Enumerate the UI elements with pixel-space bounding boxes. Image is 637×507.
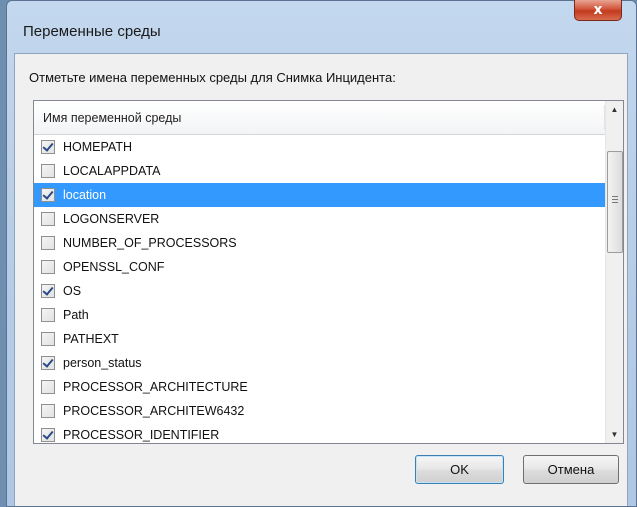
list-item-label: PROCESSOR_IDENTIFIER: [63, 428, 220, 442]
checkbox[interactable]: [41, 260, 55, 274]
list-item[interactable]: location: [34, 183, 605, 207]
list-item-label: OS: [63, 284, 82, 298]
list-item[interactable]: person_status: [34, 351, 605, 375]
cancel-button[interactable]: Отмена: [523, 455, 619, 484]
env-variable-list[interactable]: Имя переменной среды HOMEPATH LOCALAPPDAT…: [33, 100, 624, 444]
dialog-client-area: Отметьте имена переменных среды для Сним…: [14, 53, 628, 506]
checkbox[interactable]: [41, 188, 55, 202]
scroll-down-arrow-icon[interactable]: ▼: [606, 426, 623, 443]
checkbox[interactable]: [41, 356, 55, 370]
list-item-label: PROCESSOR_ARCHITEW6432: [63, 404, 245, 418]
checkbox[interactable]: [41, 332, 55, 346]
checkbox[interactable]: [41, 404, 55, 418]
dialog-title: Переменные среды: [23, 23, 161, 40]
checkbox[interactable]: [41, 284, 55, 298]
column-header-label: Имя переменной среды: [43, 111, 182, 125]
column-header[interactable]: Имя переменной среды: [34, 101, 605, 135]
checkbox[interactable]: [41, 212, 55, 226]
list-item-label: person_status: [63, 356, 142, 370]
close-button[interactable]: x: [574, 0, 622, 21]
list-item[interactable]: LOCALAPPDATA: [34, 159, 605, 183]
checkbox[interactable]: [41, 380, 55, 394]
list-item-label: Path: [63, 308, 89, 322]
list-item[interactable]: LOGONSERVER: [34, 207, 605, 231]
list-item-label: OPENSSL_CONF: [63, 260, 165, 274]
grip-icon: [612, 196, 618, 204]
list-rows: HOMEPATH LOCALAPPDATA location LOGONSERVER N…: [34, 135, 605, 443]
vertical-scrollbar[interactable]: ▲ ▼: [605, 101, 623, 443]
list-item[interactable]: PATHEXT: [34, 327, 605, 351]
dialog-window: Переменные среды x Отметьте имена переме…: [6, 0, 637, 507]
scroll-up-arrow-icon[interactable]: ▲: [606, 101, 623, 118]
list-item[interactable]: NUMBER_OF_PROCESSORS: [34, 231, 605, 255]
list-item[interactable]: OS: [34, 279, 605, 303]
list-item-label: location: [63, 188, 107, 202]
checkbox[interactable]: [41, 236, 55, 250]
scrollbar-thumb[interactable]: [607, 151, 623, 253]
ok-button[interactable]: OK: [415, 455, 504, 484]
list-item[interactable]: OPENSSL_CONF: [34, 255, 605, 279]
list-item-label: LOGONSERVER: [63, 212, 160, 226]
list-item[interactable]: PROCESSOR_IDENTIFIER: [34, 423, 605, 443]
checkbox[interactable]: [41, 428, 55, 442]
list-item[interactable]: PROCESSOR_ARCHITECTURE: [34, 375, 605, 399]
list-item-label: NUMBER_OF_PROCESSORS: [63, 236, 237, 250]
checkbox[interactable]: [41, 308, 55, 322]
list-item-label: LOCALAPPDATA: [63, 164, 161, 178]
checkbox[interactable]: [41, 164, 55, 178]
list-item[interactable]: HOMEPATH: [34, 135, 605, 159]
instruction-label: Отметьте имена переменных среды для Сним…: [29, 70, 396, 85]
list-item-label: PROCESSOR_ARCHITECTURE: [63, 380, 248, 394]
list-item-label: HOMEPATH: [63, 140, 132, 154]
list-item[interactable]: Path: [34, 303, 605, 327]
close-icon: x: [593, 2, 603, 18]
list-item[interactable]: PROCESSOR_ARCHITEW6432: [34, 399, 605, 423]
checkbox[interactable]: [41, 140, 55, 154]
list-item-label: PATHEXT: [63, 332, 119, 346]
